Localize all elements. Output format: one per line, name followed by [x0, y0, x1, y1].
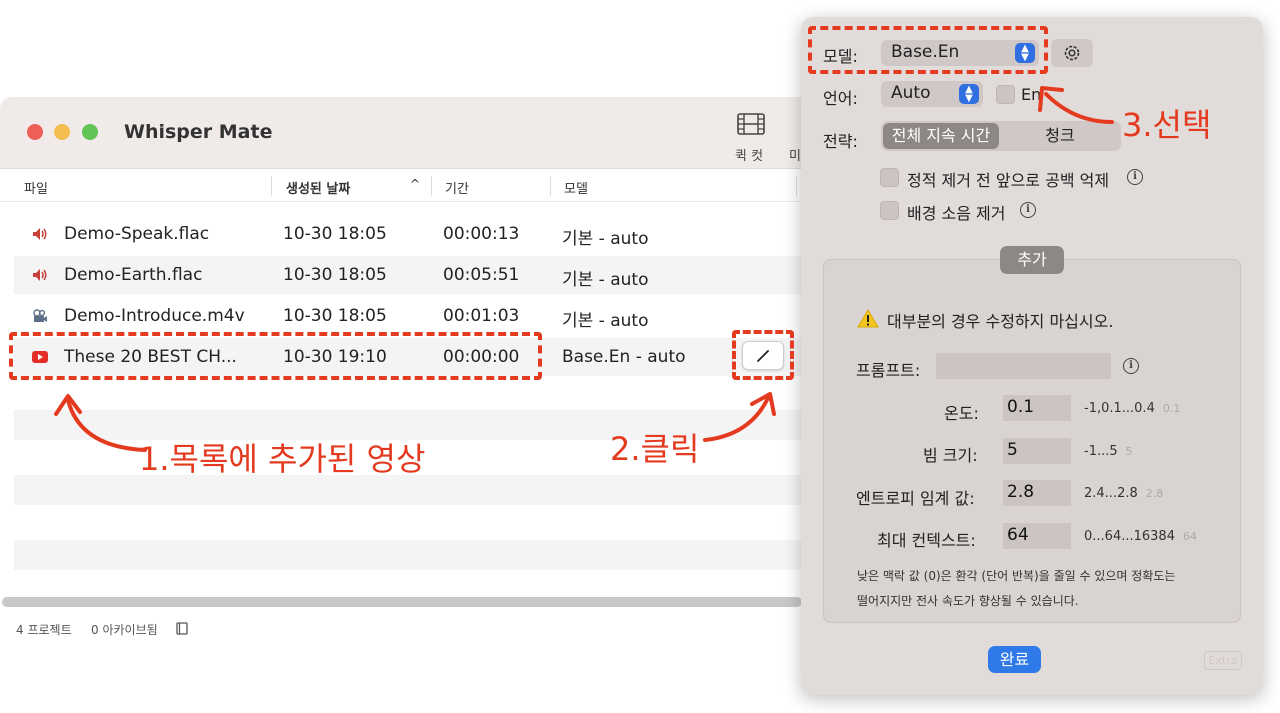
annotation-step2: 2.클릭: [610, 430, 700, 468]
advanced-tab[interactable]: 추가: [1000, 246, 1064, 274]
beam-size-label: 빔 크기:: [923, 446, 978, 465]
model: 기본 - auto: [562, 229, 649, 249]
column-divider[interactable]: [271, 176, 272, 196]
settings-button[interactable]: [1051, 39, 1093, 67]
table-row[interactable]: Demo-Speak.flac 10-30 18:05 00:00:13 기본 …: [14, 215, 805, 253]
file-name: Demo-Introduce.m4v: [64, 306, 245, 326]
warning-text: 대부분의 경우 수정하지 마십시오.: [887, 312, 1114, 331]
annotation-step3: 3.선택: [1122, 106, 1212, 144]
context-note-line: 낮은 맥락 값 (0)은 환각 (단어 반복)을 줄일 수 있으며 정확도는: [857, 569, 1176, 583]
speaker-icon: [33, 228, 47, 240]
annotation-arrow-icon: [703, 392, 776, 442]
table-header: 파일 생성된 날짜 ^ 기간 모델: [0, 170, 805, 202]
model: Base.En - auto: [562, 347, 686, 367]
context-note: 낮은 맥락 값 (0)은 환각 (단어 반복)을 줄일 수 있으며 정확도는 떨…: [857, 564, 1175, 614]
beam-size-range: -1...5 5: [1084, 444, 1133, 459]
info-icon[interactable]: i: [1020, 202, 1036, 218]
english-only-checkbox[interactable]: [996, 85, 1015, 104]
empty-row: [14, 540, 805, 570]
horizontal-scrollbar[interactable]: [2, 597, 802, 607]
created-date: 10-30 18:05: [283, 224, 387, 244]
table-row[interactable]: Demo-Earth.flac 10-30 18:05 00:05:51 기본 …: [14, 256, 805, 294]
info-icon[interactable]: i: [1123, 358, 1139, 374]
max-context-field[interactable]: 64: [1003, 523, 1071, 549]
temperature-label: 온도:: [944, 404, 979, 423]
temperature-field[interactable]: 0.1: [1003, 395, 1071, 421]
context-note-line: 떨어지지만 전사 속도가 향상될 수 있습니다.: [857, 594, 1079, 608]
popup-stepper-icon: ▲ ▼: [959, 84, 979, 104]
noise-removal-checkbox[interactable]: [880, 201, 899, 220]
video-camera-icon: [33, 309, 47, 322]
temperature-range: -1,0.1...0.4 0.1: [1084, 401, 1181, 416]
entropy-threshold-range: 2.4...2.8 2.8: [1084, 486, 1164, 501]
archived-count: 0 아카이브됨: [91, 623, 158, 637]
file-name: Demo-Earth.flac: [64, 265, 203, 285]
entropy-threshold-field[interactable]: 2.8: [1003, 480, 1071, 506]
speaker-icon: [33, 269, 47, 281]
column-header-duration[interactable]: 기간: [445, 178, 469, 197]
model: 기본 - auto: [562, 311, 649, 331]
archive-book-icon[interactable]: [176, 622, 188, 635]
warning-icon: [857, 309, 879, 328]
table-row[interactable]: Demo-Introduce.m4v 10-30 18:05 00:01:03 …: [14, 297, 805, 335]
strategy-full-duration[interactable]: 전체 지속 시간: [883, 123, 999, 149]
prompt-label: 프롬프트:: [856, 361, 921, 380]
language-select[interactable]: Auto ▲ ▼: [881, 81, 983, 107]
annotation-step1: 1.목록에 추가된 영상: [139, 440, 426, 478]
info-icon[interactable]: i: [1127, 169, 1143, 185]
done-button[interactable]: 완료: [988, 646, 1041, 673]
strategy-label: 전략:: [823, 132, 858, 151]
column-header-date[interactable]: 생성된 날짜: [286, 178, 350, 197]
zoom-window-button[interactable]: [82, 124, 98, 140]
column-header-file[interactable]: 파일: [24, 178, 48, 197]
column-header-model[interactable]: 모델: [564, 178, 588, 197]
beam-size-field[interactable]: 5: [1003, 438, 1071, 464]
duration: 00:05:51: [443, 265, 520, 285]
minimize-window-button[interactable]: [54, 124, 70, 140]
annotation-box-video-row: [9, 332, 542, 380]
file-name: Demo-Speak.flac: [64, 224, 210, 244]
max-context-label: 최대 컨텍스트:: [877, 531, 976, 550]
film-strip-icon[interactable]: [737, 113, 765, 135]
entropy-threshold-label: 엔트로피 임계 값:: [856, 489, 975, 508]
created-date: 10-30 18:05: [283, 306, 387, 326]
window-title: Whisper Mate: [124, 121, 273, 143]
titlebar: Whisper Mate 퀵 컷 미: [0, 97, 805, 169]
max-context-range: 0...64...16384 64: [1084, 529, 1197, 544]
close-window-button[interactable]: [27, 124, 43, 140]
duration: 00:00:13: [443, 224, 520, 244]
sort-ascending-icon[interactable]: ^: [410, 177, 420, 191]
status-bar: 4 프로젝트 0 아카이브됨: [0, 617, 805, 647]
model: 기본 - auto: [562, 270, 649, 290]
annotation-box-edit-button: [732, 330, 794, 380]
noise-removal-label: 배경 소음 제거: [907, 204, 1006, 223]
extra-button[interactable]: Extra: [1204, 651, 1242, 670]
column-divider[interactable]: [550, 176, 551, 196]
annotation-arrow-icon: [54, 394, 147, 452]
annotation-arrow-icon: [1038, 86, 1114, 124]
column-divider[interactable]: [796, 176, 797, 196]
suppress-blank-checkbox[interactable]: [880, 168, 899, 187]
column-divider[interactable]: [431, 176, 432, 196]
duration: 00:01:03: [443, 306, 520, 326]
annotation-box-model-select: [808, 26, 1048, 74]
language-select-value: Auto: [891, 83, 931, 103]
project-count: 4 프로젝트: [16, 623, 72, 637]
prompt-input[interactable]: [936, 353, 1111, 379]
suppress-blank-label: 정적 제거 전 앞으로 공백 억제: [907, 171, 1110, 190]
created-date: 10-30 18:05: [283, 265, 387, 285]
gear-icon: [1064, 45, 1080, 61]
toolbar-truncated-label: 미: [789, 149, 801, 164]
language-label: 언어:: [823, 89, 858, 108]
quickcut-label: 퀵 컷: [735, 149, 764, 164]
